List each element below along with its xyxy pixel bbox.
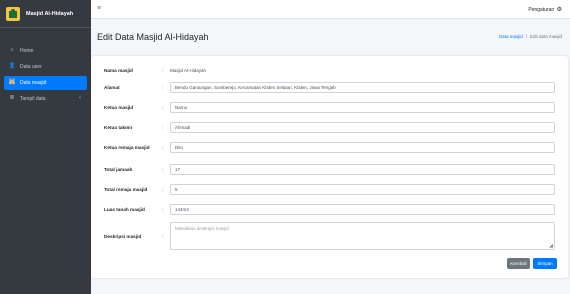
total-jamaah-input[interactable]: 17 (170, 164, 555, 175)
sidebar-item-label: Tampil data (20, 96, 46, 102)
sidebar-item-label: Data masjid (20, 80, 47, 86)
brand[interactable]: Masjid Al-Hidayah (0, 0, 91, 28)
field-label: Total remaja masjid (104, 187, 148, 192)
simpan-button[interactable]: Simpan (533, 258, 557, 269)
sidebar-item-label: Data user (20, 64, 42, 70)
sidebar-item-label: Home (20, 48, 34, 54)
form-row-alamat: Alamat : Bendo Gantungan, Sumberejo, Kec… (104, 82, 555, 93)
mosque-icon: 🕌 (8, 79, 16, 86)
chevron-left-icon: ‹ (79, 95, 81, 101)
user-icon: 👤 (8, 63, 16, 70)
form-row-ketua-takmir: Ketua takmir : Ahmadi (104, 122, 555, 133)
ketua-remaja-masjid-input[interactable]: Dito (170, 142, 555, 153)
field-label: Total jamaah (104, 167, 133, 172)
form-row-ketua-remaja-masjid: Ketua remaja masjid : Dito (104, 142, 555, 153)
form-row-deskripsi-masjid: Deskripsi masjid : Masukkan deskripsi ma… (104, 222, 555, 250)
form-row-ketua-masjid: Ketua masjid : Narno (104, 102, 555, 113)
sidebar-item-data-masjid[interactable]: 🕌 Data masjid (4, 76, 87, 90)
field-colon: : (162, 124, 164, 131)
form-row-total-remaja-masjid: Total remaja masjid : 5 (104, 184, 555, 195)
field-colon: : (162, 233, 164, 239)
field-label: Alamat (104, 85, 120, 90)
menu-toggle-icon[interactable]: ≡ (97, 5, 101, 12)
sidebar: Masjid Al-Hidayah ⌂ Home 👤 Data user 🕌 D… (0, 0, 91, 294)
form-row-luas-tanah-masjid: Luas tanah masjid : 144m2 (104, 204, 555, 215)
deskripsi-masjid-textarea[interactable]: Masukkan deskripsi masjid ◢ (170, 222, 555, 250)
field-label: Deskripsi masjid (104, 233, 142, 239)
field-label: Nama masjid (104, 68, 133, 73)
field-label: Ketua takmir (104, 125, 133, 130)
field-colon: : (162, 144, 164, 151)
top-navbar: ≡ Pengaturan ⚙ (91, 0, 570, 19)
form-row-nama-masjid: Nama masjid : Masjid Al-Hidayah (104, 65, 555, 76)
ketua-takmir-input[interactable]: Ahmadi (170, 122, 555, 133)
total-remaja-masjid-input[interactable]: 5 (170, 184, 555, 195)
field-colon: : (162, 206, 164, 213)
sidebar-nav: ⌂ Home 👤 Data user 🕌 Data masjid ≣ Tampi… (0, 28, 91, 106)
breadcrumb-current: Edit data masjid (529, 34, 562, 39)
sidebar-item-data-user[interactable]: 👤 Data user (4, 60, 87, 74)
page-title: Edit Data Masjid Al-Hidayah (97, 32, 209, 42)
field-colon: : (162, 166, 164, 173)
gear-icon: ⚙ (556, 7, 562, 13)
sidebar-item-tampil-data[interactable]: ≣ Tampil data ‹ (4, 92, 87, 106)
textarea-placeholder: Masukkan deskripsi masjid (175, 226, 229, 231)
field-label: Ketua masjid (104, 105, 134, 110)
mosque-logo-icon (6, 6, 20, 21)
home-icon: ⌂ (10, 47, 14, 54)
kembali-button[interactable]: Kembali (507, 258, 530, 269)
field-colon: : (162, 67, 164, 74)
nama-masjid-value: Masjid Al-Hidayah (170, 65, 555, 76)
field-colon: : (162, 104, 164, 111)
field-label: Ketua remaja masjid (104, 145, 150, 150)
field-label: Luas tanah masjid (104, 207, 145, 212)
edit-form-card: Nama masjid : Masjid Al-Hidayah Alamat :… (91, 56, 568, 278)
brand-name: Masjid Al-Hidayah (26, 10, 74, 17)
settings-menu[interactable]: Pengaturan ⚙ (528, 6, 562, 13)
field-colon: : (162, 186, 164, 193)
resize-handle-icon[interactable]: ◢ (549, 243, 553, 249)
alamat-input[interactable]: Bendo Gantungan, Sumberejo, Kecamatan Kl… (170, 82, 555, 93)
sidebar-item-home[interactable]: ⌂ Home (4, 44, 87, 58)
field-colon: : (162, 84, 164, 91)
luas-tanah-masjid-input[interactable]: 144m2 (170, 204, 555, 215)
breadcrumb-link-data-masjid[interactable]: Data masjid (499, 34, 523, 39)
ketua-masjid-input[interactable]: Narno (170, 102, 555, 113)
settings-label: Pengaturan (528, 7, 555, 13)
database-icon: ≣ (9, 95, 15, 102)
breadcrumb: Data masjid / Edit data masjid (499, 34, 562, 39)
breadcrumb-separator: / (525, 34, 527, 39)
form-row-total-jamaah: Total jamaah : 17 (104, 164, 555, 175)
